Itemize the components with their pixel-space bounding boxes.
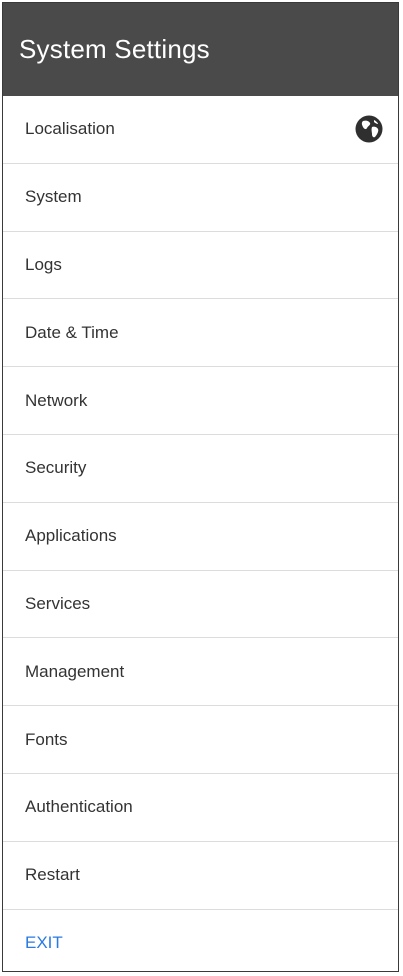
menu-item-label: Services [25,593,91,613]
menu-item-label: Management [25,661,125,681]
menu-item-system[interactable]: System [3,164,398,232]
exit-link[interactable]: EXIT [3,910,398,971]
settings-menu: Localisation System Logs Date & Time Net… [3,96,398,971]
header: System Settings [3,3,398,96]
menu-item-network[interactable]: Network [3,367,398,435]
menu-item-services[interactable]: Services [3,571,398,639]
menu-item-label: Logs [25,254,62,274]
menu-item-label: Authentication [25,797,133,817]
exit-label: EXIT [25,933,63,953]
menu-item-localisation[interactable]: Localisation [3,96,398,164]
menu-item-label: System [25,187,82,207]
menu-item-logs[interactable]: Logs [3,232,398,300]
menu-item-label: Fonts [25,729,68,749]
menu-item-security[interactable]: Security [3,435,398,503]
menu-item-authentication[interactable]: Authentication [3,774,398,842]
menu-item-label: Localisation [25,119,115,139]
system-settings-panel: System Settings Localisation System Logs… [2,2,399,972]
menu-item-fonts[interactable]: Fonts [3,706,398,774]
menu-item-label: Date & Time [25,322,119,342]
menu-item-label: Network [25,390,88,410]
menu-item-applications[interactable]: Applications [3,503,398,571]
globe-icon [354,114,384,144]
menu-item-restart[interactable]: Restart [3,842,398,910]
menu-item-label: Security [25,458,87,478]
menu-item-label: Restart [25,865,80,885]
page-title: System Settings [19,34,210,64]
menu-item-management[interactable]: Management [3,638,398,707]
menu-item-label: Applications [25,526,117,546]
menu-item-date-time[interactable]: Date & Time [3,299,398,368]
